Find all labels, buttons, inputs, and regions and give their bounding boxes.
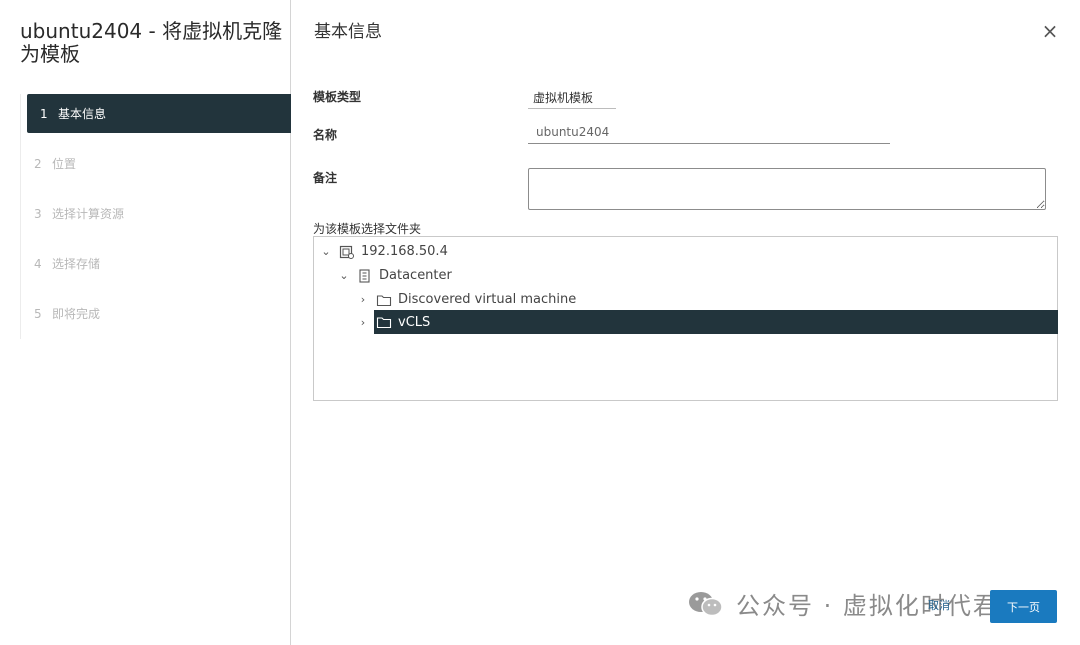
close-icon[interactable]: × — [1040, 21, 1060, 41]
chevron-right-icon[interactable]: › — [356, 293, 370, 306]
name-input[interactable] — [528, 121, 890, 144]
wizard-steps: 1 基本信息 2 位置 3 选择计算资源 4 选择存储 5 即将完成 — [20, 94, 291, 339]
folder-icon — [376, 317, 392, 329]
selection-highlight — [374, 310, 1058, 334]
next-button[interactable]: 下一页 — [990, 590, 1057, 623]
step-ready-to-complete[interactable]: 5 即将完成 — [21, 294, 291, 333]
folder-tree: ⌄ 192.168.50.4 ⌄ Datacenter › Discovered… — [313, 236, 1058, 401]
chevron-down-icon[interactable]: ⌄ — [337, 269, 351, 282]
name-label: 名称 — [313, 128, 338, 142]
folder-label: 为该模板选择文件夹 — [313, 222, 422, 236]
tree-label: vCLS — [398, 314, 431, 330]
step-label: 位置 — [52, 157, 77, 171]
watermark: 公众号 · 虚拟化时代君 — [686, 586, 999, 621]
step-number: 1 — [40, 106, 48, 121]
tree-label: Datacenter — [379, 268, 452, 283]
step-location[interactable]: 2 位置 — [21, 144, 291, 183]
chevron-right-icon[interactable]: › — [356, 316, 370, 329]
step-storage[interactable]: 4 选择存储 — [21, 244, 291, 283]
step-number: 3 — [34, 206, 42, 221]
notes-textarea[interactable] — [528, 168, 1046, 210]
wizard-content: 基本信息 × 模板类型 虚拟机模板 名称 备注 为该模板选择文件夹 ⌄ 192.… — [291, 0, 1080, 645]
wizard-sidebar: ubuntu2404 - 将虚拟机克隆为模板 1 基本信息 2 位置 3 选择计… — [0, 0, 291, 645]
step-label: 选择存储 — [52, 257, 101, 271]
tree-label: 192.168.50.4 — [361, 244, 448, 259]
template-type-label: 模板类型 — [313, 90, 362, 104]
step-label: 选择计算资源 — [52, 207, 125, 221]
step-label: 即将完成 — [52, 307, 101, 321]
page-title: 基本信息 — [314, 22, 382, 42]
tree-label: Discovered virtual machine — [398, 292, 577, 307]
step-number: 5 — [34, 306, 42, 321]
folder-icon — [376, 294, 392, 306]
step-number: 4 — [34, 256, 42, 271]
step-compute-resource[interactable]: 3 选择计算资源 — [21, 194, 291, 233]
wechat-icon — [689, 591, 723, 616]
tree-node-datacenter[interactable]: ⌄ Datacenter — [337, 265, 452, 286]
template-type-value: 虚拟机模板 — [528, 89, 616, 109]
tree-node-host[interactable]: ⌄ 192.168.50.4 — [319, 241, 448, 262]
tree-node-folder[interactable]: › Discovered virtual machine — [356, 289, 576, 310]
step-number: 2 — [34, 156, 42, 171]
vcenter-icon — [339, 245, 354, 259]
datacenter-icon — [359, 268, 370, 283]
step-label: 基本信息 — [58, 107, 107, 121]
watermark-text: 公众号 · 虚拟化时代君 — [736, 592, 999, 620]
cancel-button[interactable]: 取消 — [928, 597, 950, 613]
wizard-title: ubuntu2404 - 将虚拟机克隆为模板 — [20, 19, 283, 66]
step-basic-info[interactable]: 1 基本信息 — [27, 94, 291, 133]
notes-label: 备注 — [313, 171, 338, 185]
tree-node-folder-selected[interactable]: › vCLS — [356, 310, 1058, 334]
clone-to-template-dialog: ubuntu2404 - 将虚拟机克隆为模板 1 基本信息 2 位置 3 选择计… — [0, 0, 1080, 645]
chevron-down-icon[interactable]: ⌄ — [319, 245, 333, 258]
